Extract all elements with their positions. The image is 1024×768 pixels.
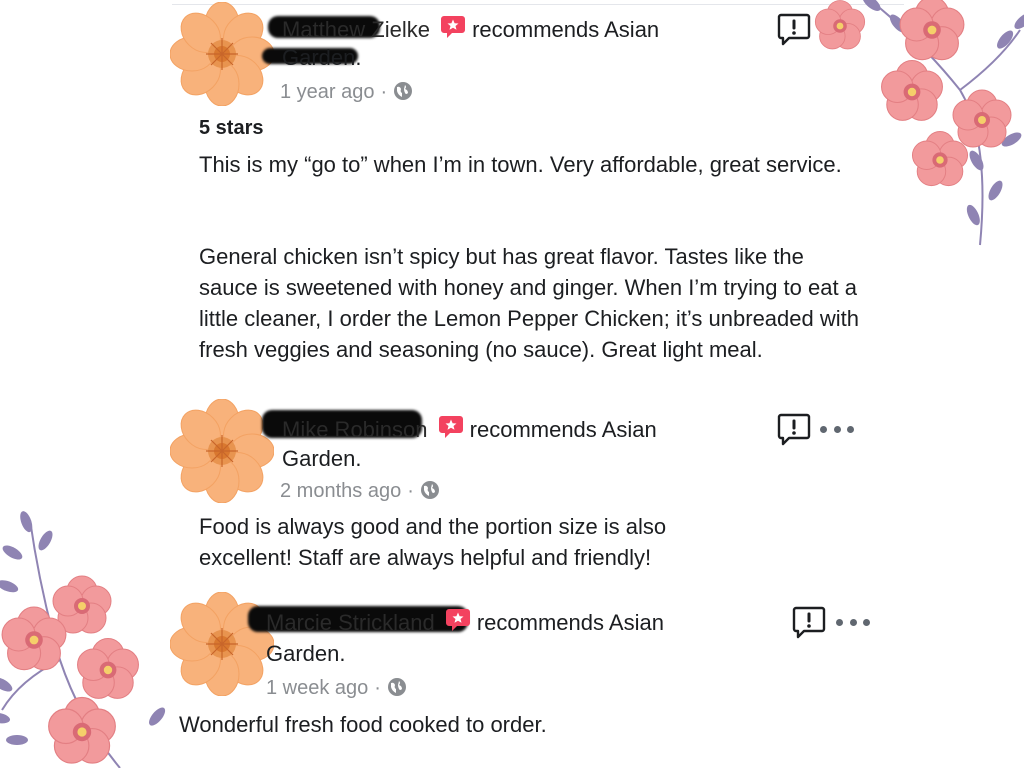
globe-icon xyxy=(387,678,406,696)
separator: · xyxy=(380,81,388,103)
reviewer-name[interactable]: Marcie Strickland xyxy=(266,610,435,635)
globe-icon xyxy=(420,481,439,499)
review-text: Wonderful fresh food cooked to order. xyxy=(179,712,547,737)
recommendation-text-continued: Garden. xyxy=(282,45,362,70)
review-meta: 1 week ago · xyxy=(266,676,407,700)
review-timestamp[interactable]: 2 months ago xyxy=(280,480,401,502)
report-icon[interactable] xyxy=(777,412,811,446)
separator: · xyxy=(407,480,414,502)
recommendation-text: recommends Asian xyxy=(469,417,657,442)
reviewer-name[interactable]: Mike Robinson xyxy=(282,417,428,442)
more-options-icon[interactable] xyxy=(820,421,854,437)
recommend-badge-icon xyxy=(441,16,466,39)
globe-icon xyxy=(394,82,413,100)
review-timestamp[interactable]: 1 week ago xyxy=(266,677,368,699)
review-header: Matthew Zielke recommends Asian xyxy=(282,16,659,44)
review-header: Mike Robinson recommends Asian xyxy=(282,416,657,444)
top-divider xyxy=(172,4,904,5)
review-header: Marcie Strickland recommends Asian xyxy=(266,609,664,637)
recommend-badge-icon xyxy=(445,609,470,632)
review-timestamp[interactable]: 1 year ago xyxy=(280,81,375,103)
separator: · xyxy=(374,677,381,699)
recommendation-text: recommends Asian xyxy=(472,17,660,42)
recommendation-text: recommends Asian xyxy=(476,610,664,635)
avatar[interactable] xyxy=(170,2,274,106)
floral-decoration xyxy=(0,510,168,768)
review-text: General chicken isn’t spicy but has grea… xyxy=(199,244,859,362)
reviewer-name[interactable]: Matthew Zielke xyxy=(282,17,430,42)
review-meta: 2 months ago · xyxy=(280,479,440,503)
review-meta: 1 year ago · xyxy=(280,80,413,104)
report-icon[interactable] xyxy=(777,12,811,46)
recommend-badge-icon xyxy=(438,416,463,439)
star-rating: 5 stars xyxy=(199,117,264,139)
floral-decoration xyxy=(814,0,1024,246)
more-options-icon[interactable] xyxy=(836,614,870,630)
report-icon[interactable] xyxy=(792,605,826,639)
avatar[interactable] xyxy=(170,399,274,503)
recommendation-text-continued: Garden. xyxy=(282,446,362,471)
review-text: This is my “go to” when I’m in town. Ver… xyxy=(199,152,842,177)
recommendation-text-continued: Garden. xyxy=(266,641,346,666)
review-text: Food is always good and the portion size… xyxy=(199,514,667,570)
